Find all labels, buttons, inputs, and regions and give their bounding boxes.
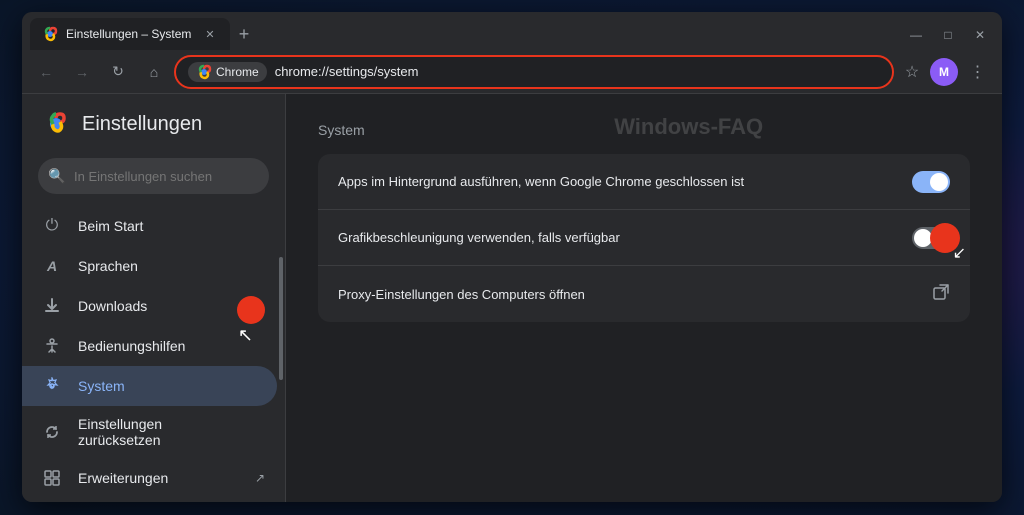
profile-button[interactable]: M — [930, 58, 958, 86]
settings-item-text: Apps im Hintergrund ausführen, wenn Goog… — [338, 174, 912, 189]
extensions-icon — [42, 468, 62, 488]
minimize-button[interactable]: — — [902, 24, 930, 46]
sidebar-item-system[interactable]: System — [22, 366, 277, 406]
nav-bar: ← → ↻ ⌂ Chrome chrome://settings/sy — [22, 50, 1002, 94]
home-button[interactable]: ⌂ — [138, 56, 170, 88]
address-bar-wrapper: Chrome chrome://settings/system — [174, 55, 894, 89]
window-controls: — □ ✕ — [894, 24, 1002, 46]
proxy-external-link-icon[interactable] — [932, 283, 950, 306]
address-text: chrome://settings/system — [275, 64, 880, 79]
sidebar-item-label: Erweiterungen — [78, 470, 239, 486]
sidebar-item-label: Bedienungshilfen — [78, 338, 265, 354]
settings-item-text: Proxy-Einstellungen des Computers öffnen — [338, 287, 932, 302]
sidebar-item-ueber-google-chrome[interactable]: Über Google Chrome — [22, 498, 285, 502]
accessibility-icon — [42, 336, 62, 356]
new-tab-button[interactable]: + — [230, 20, 258, 48]
title-bar: Einstellungen – System ✕ + — □ ✕ — [22, 12, 1002, 50]
sidebar-scrollbar[interactable] — [279, 257, 283, 379]
back-button[interactable]: ← — [30, 56, 62, 88]
hardware-acceleration-toggle[interactable] — [912, 227, 950, 249]
download-icon — [42, 296, 62, 316]
main-content: Einstellungen 🔍 ⏻ Beim Start A Sprachen — [22, 94, 1002, 502]
cursor-arrow-toggle: ↙ — [953, 243, 966, 263]
settings-item-proxy: Proxy-Einstellungen des Computers öffnen — [318, 266, 970, 322]
address-bar[interactable]: Chrome chrome://settings/system — [174, 55, 894, 89]
sidebar-item-beim-start[interactable]: ⏻ Beim Start — [22, 206, 285, 246]
background-apps-toggle[interactable] — [912, 171, 950, 193]
tab-favicon — [42, 26, 58, 42]
chrome-badge-text: Chrome — [216, 65, 259, 79]
sidebar: Einstellungen 🔍 ⏻ Beim Start A Sprachen — [22, 94, 286, 502]
settings-card: Apps im Hintergrund ausführen, wenn Goog… — [318, 154, 970, 322]
sidebar-item-downloads[interactable]: Downloads — [22, 286, 285, 326]
sidebar-item-erweiterungen[interactable]: Erweiterungen ↗ — [22, 458, 285, 498]
sidebar-item-label: Einstellungen zurücksetzen — [78, 416, 265, 448]
system-icon — [42, 376, 62, 396]
language-icon: A — [42, 256, 62, 276]
power-icon: ⏻ — [42, 216, 62, 236]
sidebar-item-label: Sprachen — [78, 258, 265, 274]
search-input[interactable] — [38, 158, 269, 194]
browser-window: Einstellungen – System ✕ + — □ ✕ ← → ↻ ⌂ — [22, 12, 1002, 502]
tab-title: Einstellungen – System — [66, 27, 194, 41]
forward-button[interactable]: → — [66, 56, 98, 88]
page-content: Windows-FAQ System Apps im Hintergrund a… — [286, 94, 1002, 502]
section-title: System — [318, 122, 970, 138]
toggle-knob — [914, 229, 932, 247]
toggle-knob — [930, 173, 948, 191]
sidebar-item-bedienungshilfen[interactable]: Bedienungshilfen — [22, 326, 285, 366]
sidebar-item-label: System — [78, 378, 257, 394]
search-wrapper: 🔍 — [38, 158, 269, 194]
desktop: Einstellungen – System ✕ + — □ ✕ ← → ↻ ⌂ — [0, 0, 1024, 515]
chrome-badge: Chrome — [188, 62, 267, 82]
sidebar-item-label: Downloads — [78, 298, 265, 314]
maximize-button[interactable]: □ — [934, 24, 962, 46]
tab-close-button[interactable]: ✕ — [202, 26, 218, 42]
sidebar-item-einstellungen-zuruecksetzen[interactable]: Einstellungen zurücksetzen — [22, 406, 285, 458]
settings-title: Einstellungen — [82, 113, 202, 136]
sidebar-search: 🔍 — [38, 158, 269, 194]
browser-tab[interactable]: Einstellungen – System ✕ — [30, 18, 230, 50]
close-window-button[interactable]: ✕ — [966, 24, 994, 46]
sidebar-header: Einstellungen — [22, 110, 285, 158]
sidebar-item-sprachen[interactable]: A Sprachen — [22, 246, 285, 286]
settings-item-hardware-acceleration: Grafikbeschleunigung verwenden, falls ve… — [318, 210, 970, 266]
external-link-icon: ↗ — [255, 471, 265, 485]
bookmark-button[interactable]: ☆ — [898, 58, 926, 86]
settings-item-text: Grafikbeschleunigung verwenden, falls ve… — [338, 230, 912, 245]
search-icon: 🔍 — [48, 168, 65, 185]
refresh-button[interactable]: ↻ — [102, 56, 134, 88]
settings-item-background-apps: Apps im Hintergrund ausführen, wenn Goog… — [318, 154, 970, 210]
sidebar-item-label: Beim Start — [78, 218, 265, 234]
menu-button[interactable]: ⋮ — [962, 56, 994, 88]
reset-icon — [42, 422, 62, 442]
